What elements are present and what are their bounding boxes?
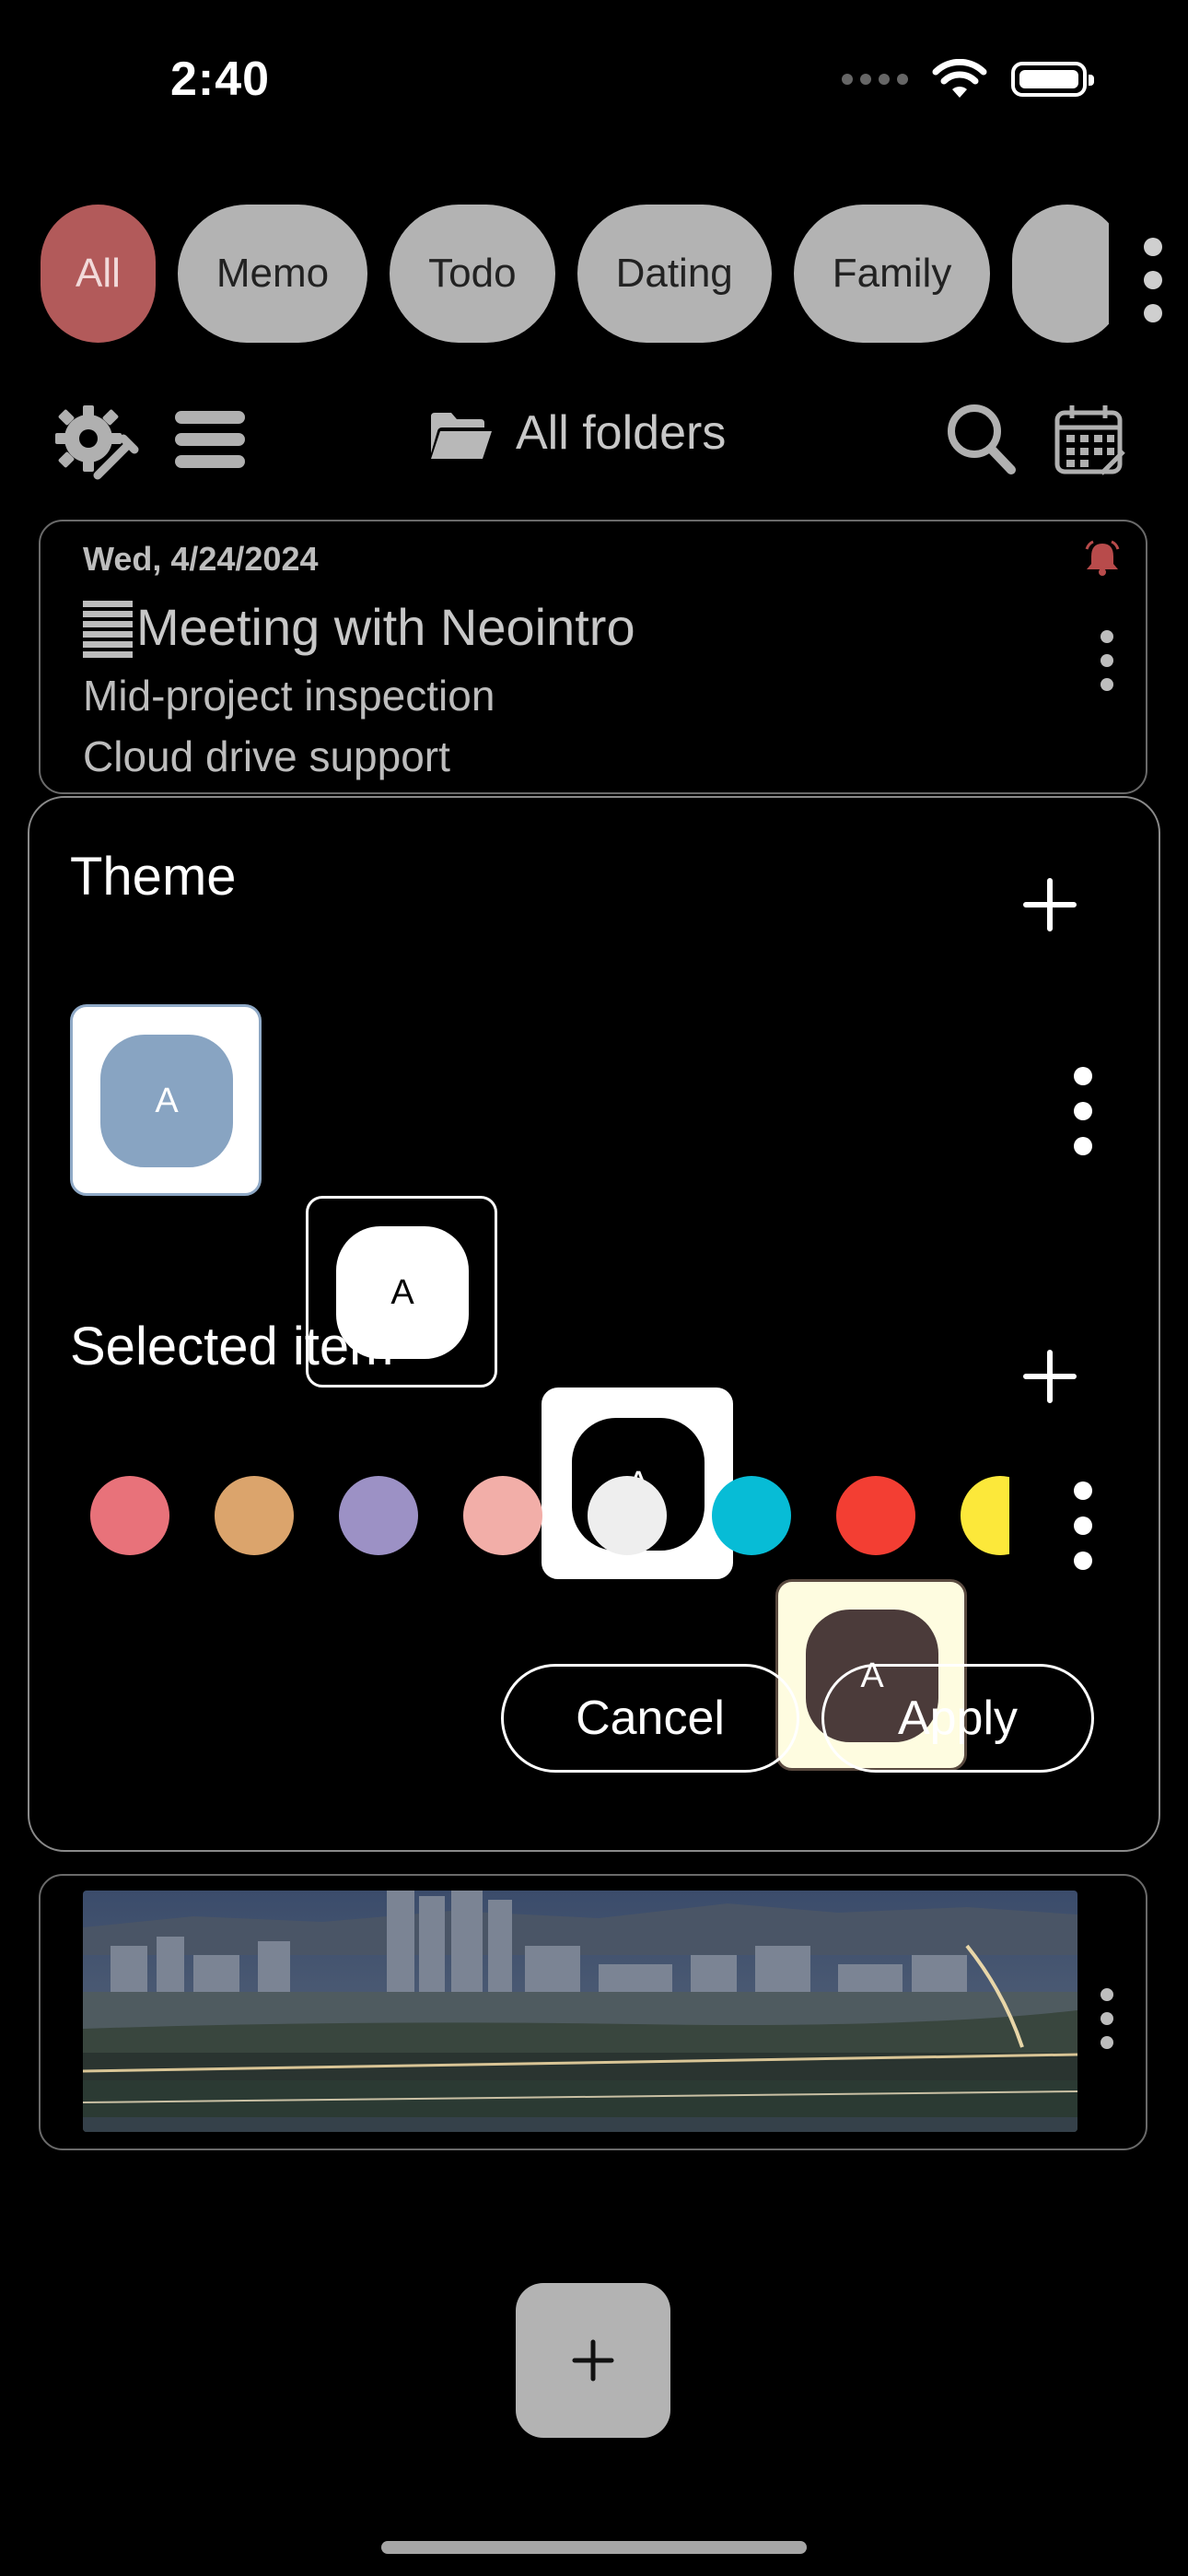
categories-more-icon[interactable] (1142, 238, 1164, 322)
color-swatch[interactable] (961, 1476, 1009, 1555)
search-icon[interactable] (945, 402, 1017, 475)
add-color-button[interactable] (1022, 1349, 1077, 1404)
battery-icon (1011, 62, 1094, 97)
note-title: Meeting with Neointro (136, 598, 635, 656)
color-swatch[interactable] (712, 1476, 791, 1555)
menu-icon[interactable] (175, 411, 245, 468)
status-time: 2:40 (170, 53, 271, 106)
cancel-button[interactable]: Cancel (501, 1664, 799, 1773)
chip-partial[interactable] (1012, 205, 1109, 343)
chip-dating[interactable]: Dating (577, 205, 772, 343)
note-line: Cloud drive support (83, 732, 450, 780)
theme-title: Theme (70, 847, 237, 907)
colors-more-icon[interactable] (1074, 1481, 1092, 1570)
folder-icon (431, 413, 492, 459)
color-swatch[interactable] (588, 1476, 667, 1555)
folder-selector[interactable]: All folders (516, 405, 726, 461)
alarm-bell-icon (1085, 540, 1120, 576)
home-indicator (381, 2541, 807, 2554)
city-night-photo (83, 1891, 1077, 2132)
color-swatch[interactable] (215, 1476, 294, 1555)
note-line: Mid-project inspection (83, 672, 495, 720)
chip-all[interactable]: All (41, 205, 156, 343)
chip-family[interactable]: Family (793, 205, 991, 343)
color-swatch[interactable] (463, 1476, 542, 1555)
apply-button[interactable]: Apply (821, 1664, 1094, 1773)
chip-memo[interactable]: Memo (177, 205, 368, 343)
category-chips: All Memo Todo Dating Family (41, 205, 1109, 343)
signal-icon (842, 74, 908, 85)
themes-more-icon[interactable] (1074, 1067, 1092, 1155)
selected-item-title: Selected item (70, 1317, 394, 1376)
note-more-icon[interactable] (1101, 630, 1113, 691)
color-swatch-row (90, 1474, 1009, 1557)
plus-icon (572, 2339, 614, 2382)
text-list-icon (83, 601, 133, 658)
add-theme-button[interactable] (1022, 877, 1077, 932)
theme-option-blue[interactable]: A (70, 1004, 262, 1196)
status-icons (842, 59, 1094, 100)
settings-icon[interactable] (52, 402, 140, 483)
color-swatch[interactable] (90, 1476, 169, 1555)
calendar-icon[interactable] (1054, 404, 1127, 477)
color-swatch[interactable] (339, 1476, 418, 1555)
color-swatch[interactable] (836, 1476, 915, 1555)
add-note-button[interactable] (516, 2283, 670, 2438)
note-date: Wed, 4/24/2024 (83, 540, 319, 578)
image-note-more-icon[interactable] (1101, 1988, 1113, 2049)
wifi-icon (932, 59, 987, 98)
chip-todo[interactable]: Todo (390, 205, 555, 343)
theme-preview: A (100, 1035, 233, 1167)
